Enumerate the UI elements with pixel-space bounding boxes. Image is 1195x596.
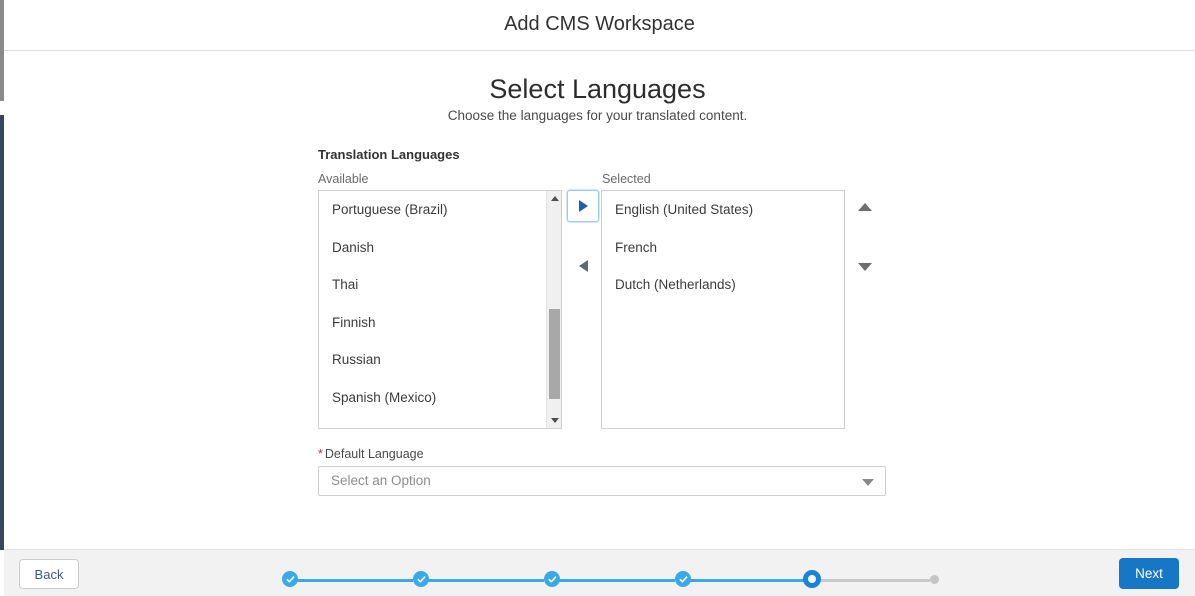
required-marker: * [318, 447, 323, 461]
stepper-connector [552, 579, 675, 582]
default-language-label: * Default Language [318, 447, 424, 461]
chevron-down-icon [862, 479, 874, 486]
arrow-right-icon [578, 200, 588, 212]
arrow-up-icon [858, 203, 872, 211]
left-sidebar-edge [0, 115, 4, 550]
add-cms-workspace-dialog: Add CMS Workspace Select Languages Choos… [0, 0, 1195, 596]
selected-list-label: Selected [602, 172, 651, 186]
arrow-down-icon [858, 263, 872, 271]
available-list-scrollbar[interactable] [546, 191, 561, 428]
dialog-header: Add CMS Workspace [4, 0, 1195, 51]
stepper-connector [290, 579, 413, 582]
next-button[interactable]: Next [1119, 558, 1179, 589]
move-down-button[interactable] [857, 259, 873, 275]
stepper-node-3[interactable] [544, 571, 560, 587]
available-language-item[interactable]: Thai [319, 266, 561, 304]
available-list-label: Available [318, 172, 369, 186]
selected-languages-listbox[interactable]: English (United States) French Dutch (Neth… [601, 190, 845, 429]
selected-language-item[interactable]: French [602, 229, 844, 267]
stepper-connector [421, 579, 544, 582]
available-language-item[interactable]: Danish [319, 229, 561, 267]
stepper-connector [683, 579, 804, 582]
scroll-down-arrow-icon[interactable] [547, 413, 561, 428]
back-button[interactable]: Back [19, 559, 79, 589]
progress-stepper [274, 570, 944, 589]
stepper-node-6[interactable] [930, 571, 939, 584]
stepper-node-1[interactable] [282, 571, 298, 587]
arrow-left-icon [578, 260, 588, 272]
available-language-item[interactable]: Portuguese (Brazil) [319, 191, 561, 229]
move-up-button[interactable] [857, 199, 873, 215]
window-title: Add CMS Workspace [504, 13, 695, 35]
scrollbar-thumb[interactable] [549, 309, 560, 399]
step-complete-check-icon[interactable] [675, 571, 691, 587]
translation-languages-label: Translation Languages [318, 147, 460, 162]
page-title: Select Languages [489, 74, 706, 104]
stepper-node-4[interactable] [675, 571, 691, 587]
available-language-item[interactable]: Spanish (Mexico) [319, 379, 561, 417]
stepper-node-2[interactable] [413, 571, 429, 587]
default-language-value: Select an Option [331, 473, 431, 488]
stepper-connector [812, 579, 930, 582]
selected-language-item[interactable]: Dutch (Netherlands) [602, 266, 844, 304]
available-language-item[interactable]: Finnish [319, 304, 561, 342]
move-left-button[interactable] [575, 258, 591, 274]
stepper-node-5[interactable] [803, 570, 821, 588]
default-language-label-text: Default Language [324, 447, 424, 461]
step-complete-check-icon[interactable] [413, 571, 429, 587]
available-language-item[interactable]: Russian [319, 341, 561, 379]
available-languages-listbox[interactable]: Portuguese (Brazil) Danish Thai Finnish Russ… [318, 190, 562, 429]
step-complete-check-icon[interactable] [282, 571, 298, 587]
step-complete-check-icon[interactable] [544, 571, 560, 587]
move-right-button[interactable] [567, 190, 599, 222]
page-subtitle: Choose the languages for your translated… [447, 108, 748, 123]
step-pending-dot[interactable] [930, 575, 939, 584]
scroll-up-arrow-icon[interactable] [547, 191, 561, 206]
selected-language-item[interactable]: English (United States) [602, 191, 844, 229]
dialog-footer: Back Next [4, 549, 1195, 596]
default-language-select[interactable]: Select an Option [318, 466, 886, 496]
step-current-indicator[interactable] [803, 570, 821, 588]
